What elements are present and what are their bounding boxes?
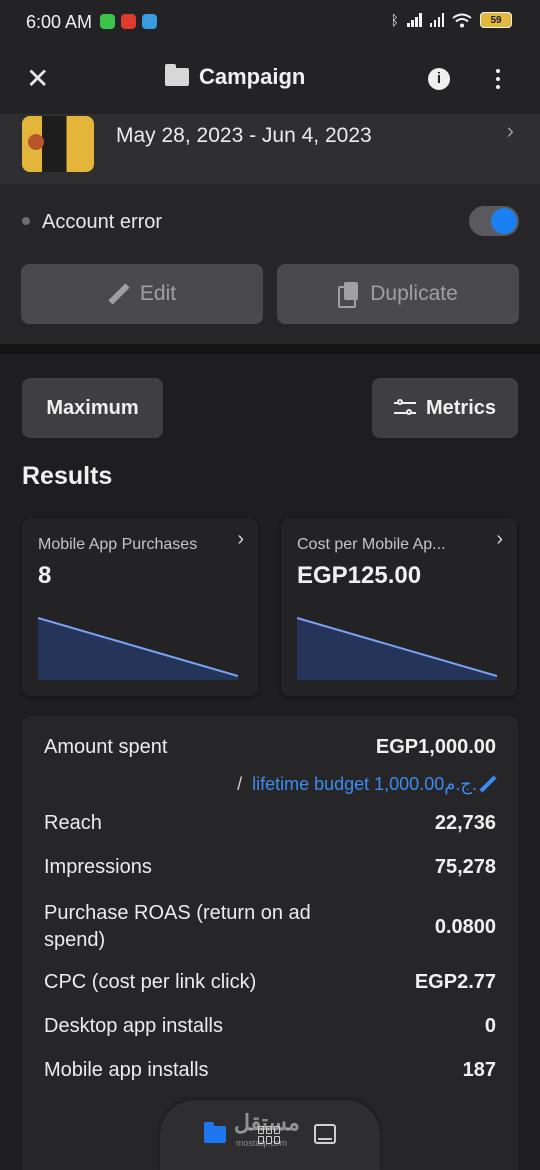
tablet-icon[interactable] (314, 1124, 336, 1144)
sparkline-chart (38, 617, 238, 680)
stat-value: EGP2.77 (414, 971, 496, 993)
status-bar: 6:00 AM ᛒ 59 (0, 0, 540, 46)
signal-icon-2 (429, 13, 444, 27)
sparkline-chart (297, 617, 497, 680)
card-value: EGP125.00 (297, 562, 422, 589)
bottom-switcher: مستقل mostaql.com (160, 1100, 380, 1170)
stat-label: Desktop app installs (44, 1015, 223, 1037)
title-group: Campaign (165, 64, 305, 90)
info-icon[interactable]: i (428, 68, 450, 90)
more-options-icon[interactable] (488, 64, 508, 94)
pencil-icon (108, 283, 130, 305)
signal-icon (407, 13, 422, 27)
status-time: 6:00 AM (26, 12, 93, 32)
maps-icon (142, 14, 157, 29)
stat-row-amount-spent: Amount spent EGP1,000.00 (44, 736, 496, 759)
stat-row: Desktop app installs 0 (44, 1015, 496, 1038)
stat-value: 0 (484, 1015, 496, 1037)
result-card-cost-per-purchase[interactable]: Cost per Mobile Ap... › EGP125.00 (281, 518, 517, 696)
budget-row[interactable]: / lifetime budget 1,000.00ج.م. (44, 774, 496, 795)
chevron-right-icon: › (237, 528, 244, 550)
status-label: Account error (42, 211, 163, 233)
stat-label: Reach (44, 812, 102, 834)
status-section: Account error Edit Duplicate (0, 184, 540, 344)
battery-icon: 59 (480, 12, 512, 28)
result-card-purchases[interactable]: Mobile App Purchases › 8 (22, 518, 258, 696)
campaign-date-range: May 28, 2023 - Jun 4, 2023 (116, 124, 372, 147)
duplicate-button-label: Duplicate (370, 282, 458, 305)
edit-budget-icon[interactable] (480, 776, 496, 792)
main-content: Maximum Metrics Results Mobile App Purch… (0, 354, 540, 1170)
notification-icons (100, 14, 157, 29)
stat-row: Impressions 75,278 (44, 856, 496, 879)
edit-button-label: Edit (139, 282, 177, 305)
wifi-icon (452, 13, 472, 27)
duplicate-button[interactable]: Duplicate (277, 264, 519, 324)
campaign-toggle[interactable] (469, 206, 519, 236)
card-value: 8 (38, 562, 52, 589)
app-bar: ✕ Campaign i (0, 46, 540, 114)
results-title: Results (22, 462, 113, 490)
metrics-button[interactable]: Metrics (372, 378, 518, 438)
folder-icon[interactable] (204, 1122, 226, 1143)
stat-value: 0.0800 (434, 915, 496, 938)
stat-row: Purchase ROAS (return on ad spend) 0.080… (44, 900, 496, 954)
stat-row: Reach 22,736 (44, 812, 496, 835)
stat-value: 22,736 (434, 812, 496, 834)
maximum-filter-button[interactable]: Maximum (22, 378, 163, 438)
campaign-thumbnail (22, 116, 94, 172)
whatsapp-icon (100, 14, 115, 29)
lifetime-budget-link[interactable]: lifetime budget 1,000.00ج.م. (252, 774, 477, 794)
stat-label: CPC (cost per link click) (44, 971, 257, 993)
status-dot (22, 217, 30, 225)
bluetooth-icon: ᛒ (390, 12, 399, 28)
page-title: Campaign (199, 64, 306, 89)
stat-label: Mobile app installs (44, 1059, 209, 1081)
stat-value: 187 (462, 1059, 496, 1081)
chevron-right-icon: › (496, 528, 503, 550)
sliders-icon (393, 399, 416, 417)
folder-icon (165, 64, 189, 86)
edit-button[interactable]: Edit (21, 264, 263, 324)
youtube-icon (121, 14, 136, 29)
grid-icon[interactable] (258, 1126, 280, 1144)
system-indicators: ᛒ 59 (391, 12, 512, 28)
maximum-filter-label: Maximum (46, 396, 139, 419)
close-icon[interactable]: ✕ (26, 64, 58, 96)
budget-separator: / (237, 774, 243, 794)
stat-label: Amount spent (44, 736, 168, 758)
stat-label: Impressions (44, 856, 152, 878)
card-label: Mobile App Purchases (38, 536, 198, 553)
chevron-right-icon: › (506, 118, 514, 143)
stat-row: Mobile app installs 187 (44, 1059, 496, 1082)
stat-label: Purchase ROAS (return on ad spend) (44, 902, 311, 951)
campaign-row[interactable]: May 28, 2023 - Jun 4, 2023 › (0, 114, 540, 184)
card-label: Cost per Mobile Ap... (297, 536, 446, 553)
duplicate-icon (338, 282, 360, 308)
stat-value: 75,278 (434, 856, 496, 878)
stat-value: EGP1,000.00 (375, 736, 496, 758)
metrics-button-label: Metrics (425, 396, 497, 419)
stat-row: CPC (cost per link click) EGP2.77 (44, 971, 496, 994)
section-divider (0, 344, 540, 354)
